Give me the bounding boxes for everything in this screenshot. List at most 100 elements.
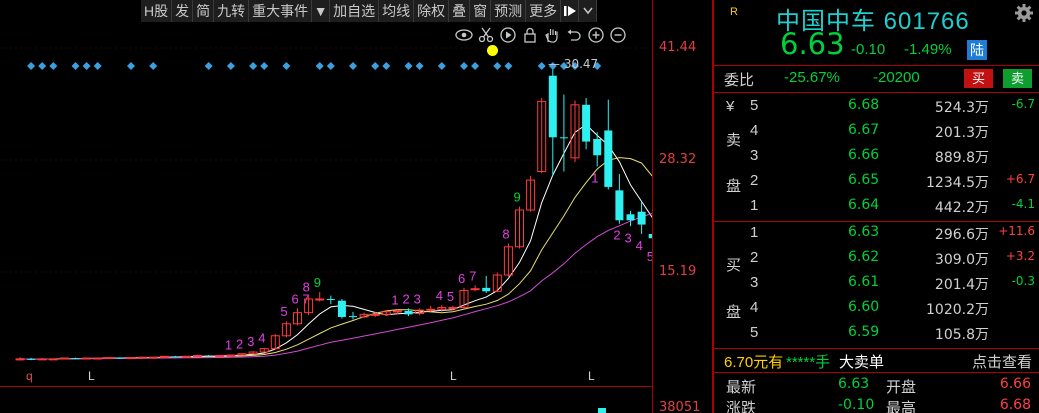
chart-toolbar: H股发简九转 重大事件 ▼ 加自选 均线 除权叠窗预测 更多: [141, 0, 598, 22]
volume-bar: [598, 408, 606, 413]
level-volume: 1020.2万: [926, 302, 989, 318]
candle-body-up: [59, 357, 69, 360]
divider: [714, 348, 1039, 349]
sequence-number: 8: [303, 279, 310, 294]
zoom-out-icon[interactable]: [608, 25, 627, 44]
signal-diamond: [326, 62, 335, 70]
level-price: 6.68: [848, 97, 880, 113]
level: 4: [750, 299, 759, 316]
play-circle-icon[interactable]: [498, 25, 517, 44]
signal-diamond: [493, 62, 502, 70]
candle-body-down: [171, 356, 180, 358]
candle-body-down: [204, 355, 213, 357]
candle-body-down: [559, 137, 568, 139]
toolbar-item-8[interactable]: 除权: [414, 0, 450, 22]
candle-body-down: [337, 300, 346, 317]
asks-row-2[interactable]: 2 6.65 1234.5万 +6.7: [714, 172, 1039, 197]
weibi-ratio: -25.67%: [784, 69, 840, 86]
candle-body-up: [48, 358, 58, 361]
toolbar-item-10[interactable]: 窗: [470, 0, 492, 22]
zoom-in-icon[interactable]: [586, 25, 605, 44]
price-change: -0.10: [851, 41, 886, 58]
level: 1: [750, 224, 759, 241]
bids-row-3[interactable]: 3 6.61 201.4万 -0.3: [714, 274, 1039, 299]
level-price: 6.60: [848, 299, 880, 315]
sequence-number: 2: [403, 291, 410, 306]
big-order-row[interactable]: 6.70元有 *****手 大卖单 点击查看: [714, 351, 1039, 371]
stat-row: 涨跌 -0.10 最高 6.68: [714, 397, 1039, 413]
sequence-number: 3: [625, 230, 632, 245]
weibi-label: 委比: [724, 72, 755, 89]
stat-row: 最新 6.63 开盘 6.66: [714, 376, 1039, 396]
level-price: 6.59: [848, 324, 880, 340]
sequence-number: 3: [414, 291, 421, 306]
undo-icon[interactable]: [564, 25, 583, 44]
sequence-number: 7: [469, 268, 476, 283]
toolbar-item-9[interactable]: 叠: [449, 0, 471, 22]
candle-body-down: [604, 130, 613, 187]
candle-body-down: [115, 357, 124, 359]
marker-dot[interactable]: [487, 45, 498, 56]
level-change: +11.6: [998, 224, 1035, 238]
asks-row-4[interactable]: 4 6.67 201.3万: [714, 122, 1039, 147]
candle-body-up: [82, 357, 92, 360]
stat-value-high: 6.68: [999, 397, 1031, 413]
signal-diamond: [504, 62, 513, 70]
buy-button[interactable]: 买: [964, 69, 993, 88]
toolbar-item-6[interactable]: 加自选: [330, 0, 380, 22]
signal-diamond: [471, 62, 480, 70]
asks-row-1[interactable]: 1 6.64 442.2万 -4.1: [714, 197, 1039, 222]
gear-icon[interactable]: [1014, 3, 1034, 28]
market-badge: 陆: [967, 40, 987, 60]
view-detail-link[interactable]: 点击查看: [972, 351, 1032, 372]
bids-row-5[interactable]: 5 6.59 105.8万: [714, 324, 1039, 349]
kline-chart-area[interactable]: 123456 789123456789123456 7— 30.47 H股发简九…: [0, 0, 712, 413]
footer-label-l2: L: [450, 369, 457, 383]
big-order-price: 6.70元有: [724, 354, 784, 371]
chevron-down-icon[interactable]: [579, 0, 598, 22]
toolbar-item-11[interactable]: 预测: [491, 0, 527, 22]
level-price: 6.66: [848, 147, 880, 163]
level-volume: 442.2万: [934, 200, 989, 216]
toolbar-item-7[interactable]: 均线: [379, 0, 415, 22]
eye-icon[interactable]: [454, 25, 473, 44]
bids-row-2[interactable]: 2 6.62 309.0万 +3.2: [714, 249, 1039, 274]
lock-icon[interactable]: [520, 25, 539, 44]
level-volume: 524.3万: [934, 100, 989, 116]
hand-icon[interactable]: [542, 25, 561, 44]
signal-diamond: [415, 62, 424, 70]
asks-row-3[interactable]: 3 6.66 889.8万: [714, 147, 1039, 172]
asks-row-5[interactable]: 5 6.68 524.3万 -6.7: [714, 97, 1039, 122]
candlestick-chart[interactable]: 123456 789123456789123456 7— 30.47: [0, 0, 652, 413]
sequence-number: 4: [636, 238, 643, 253]
level: 5: [750, 97, 759, 114]
toolbar-item-4[interactable]: 重大事件: [249, 0, 313, 22]
event-dropdown-icon[interactable]: ▼: [312, 0, 331, 22]
sequence-number: 3: [247, 334, 254, 349]
candle-body-up: [215, 354, 225, 357]
candle-body-down: [637, 211, 646, 225]
stat-value-change: -0.10: [838, 397, 875, 413]
toolbar-item-1[interactable]: 发: [172, 0, 194, 22]
sell-button[interactable]: 卖: [1003, 69, 1032, 88]
last-price: 6.63: [780, 27, 845, 61]
peak-price-label: — 30.47: [548, 57, 598, 71]
toolbar-item-2[interactable]: 简: [193, 0, 215, 22]
candle-body-up: [193, 354, 203, 357]
toolbar-item-0[interactable]: H股: [141, 0, 173, 22]
play-icon[interactable]: [561, 0, 580, 22]
signal-diamond: [437, 62, 446, 70]
signal-diamond: [226, 62, 235, 70]
toolbar-item-12[interactable]: 更多: [526, 0, 562, 22]
sequence-number: 4: [436, 288, 443, 303]
bids-row-1[interactable]: 1 6.63 296.6万 +11.6: [714, 224, 1039, 249]
bids-row-4[interactable]: 4 6.60 1020.2万: [714, 299, 1039, 324]
signal-diamond: [315, 62, 324, 70]
scissors-icon[interactable]: [476, 25, 495, 44]
level-volume: 201.3万: [934, 125, 989, 141]
level-price: 6.63: [848, 224, 880, 240]
signal-diamond: [93, 62, 102, 70]
toolbar-item-3[interactable]: 九转: [214, 0, 250, 22]
signal-diamond: [71, 62, 80, 70]
signal-diamond: [282, 62, 291, 70]
